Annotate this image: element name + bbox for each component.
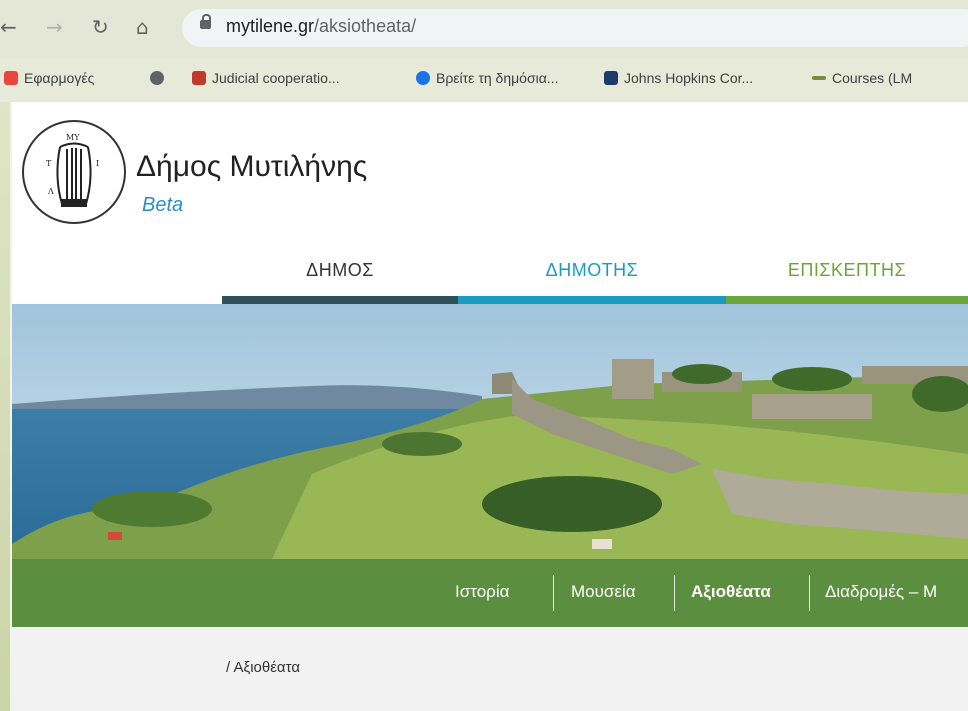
bookmark-judicial[interactable]: Judicial cooperatio... [192,70,340,86]
subnav-istoria[interactable]: Ιστορία [455,582,509,602]
subnav-axiotheata[interactable]: Αξιοθέατα [691,582,771,602]
main-nav: ΔΗΜΟΣ ΔΗΜΟΤΗΣ ΕΠΙΣΚΕΠΤΗΣ [222,252,968,304]
nav-label: ΔΗΜΟΣ [306,260,374,280]
url-path: /aksiotheata/ [314,16,417,36]
reload-icon[interactable]: ↻ [92,15,109,39]
subnav-divider [674,575,675,611]
courses-icon [812,76,826,80]
bookmark-label: Johns Hopkins Cor... [624,70,754,86]
subnav-divider [553,575,554,611]
forward-arrow-icon[interactable]: → [46,15,63,39]
subnav-mouseia[interactable]: Μουσεία [571,582,636,602]
nav-episkeptis[interactable]: ΕΠΙΣΚΕΠΤΗΣ [726,252,968,304]
svg-text:Τ: Τ [46,159,52,168]
lyre-logo-icon[interactable]: ΜΥ Τ Ι Λ [22,120,126,224]
bookmark-label: Judicial cooperatio... [212,70,340,86]
nav-underline [458,296,726,304]
breadcrumb-area: / Αξιοθέατα [12,627,968,711]
lock-icon[interactable] [200,14,211,29]
bookmark-apps[interactable]: Εφαρμογές [4,70,94,86]
url-text[interactable]: mytilene.gr/aksiotheata/ [226,16,416,37]
subnav-diadromes[interactable]: Διαδρομές – Μ [825,582,937,602]
url-host: mytilene.gr [226,16,315,36]
nav-underline [222,296,458,304]
bookmark-label: Εφαρμογές [24,70,95,86]
shield-icon [604,71,618,85]
breadcrumb: / Αξιοθέατα [226,659,300,676]
nav-dimotis[interactable]: ΔΗΜΟΤΗΣ [458,252,726,304]
sub-nav: Ιστορία Μουσεία Αξιοθέατα Διαδρομές – Μ [12,559,968,627]
bookmark-label: Courses (LM [832,70,913,86]
nav-label: ΔΗΜΟΤΗΣ [545,260,639,280]
globe-icon [150,71,164,85]
nav-dimos[interactable]: ΔΗΜΟΣ [222,252,458,304]
back-arrow-icon[interactable]: ← [0,15,17,39]
site-beta-label: Beta [142,194,184,216]
slide-stripe [0,100,10,711]
eu-justice-icon [192,71,206,85]
hero-image-castle [12,304,968,559]
bookmark-diavgeia[interactable]: Βρείτε τη δημόσια... [416,70,558,86]
nav-label: ΕΠΙΣΚΕΠΤΗΣ [787,260,907,280]
website: ΜΥ Τ Ι Λ Δήμος Μυτιλήνης Beta ΔΗΜΟΣ ΔΗΜΟ… [12,102,968,711]
svg-text:Λ: Λ [47,187,54,196]
svg-text:Ι: Ι [96,159,99,168]
apps-grid-icon [4,71,18,85]
svg-text:ΜΥ: ΜΥ [66,133,80,142]
home-icon[interactable]: ⌂ [136,15,149,39]
subnav-divider [809,575,810,611]
site-title[interactable]: Δήμος Μυτιλήνης [136,150,367,184]
nav-underline [726,296,968,304]
bookmark-globe[interactable] [150,70,170,86]
bookmark-label: Βρείτε τη δημόσια... [436,70,559,86]
bookmark-courses[interactable]: Courses (LM [812,70,912,86]
bookmark-johns-hopkins[interactable]: Johns Hopkins Cor... [604,70,753,86]
diavgeia-icon [416,71,430,85]
